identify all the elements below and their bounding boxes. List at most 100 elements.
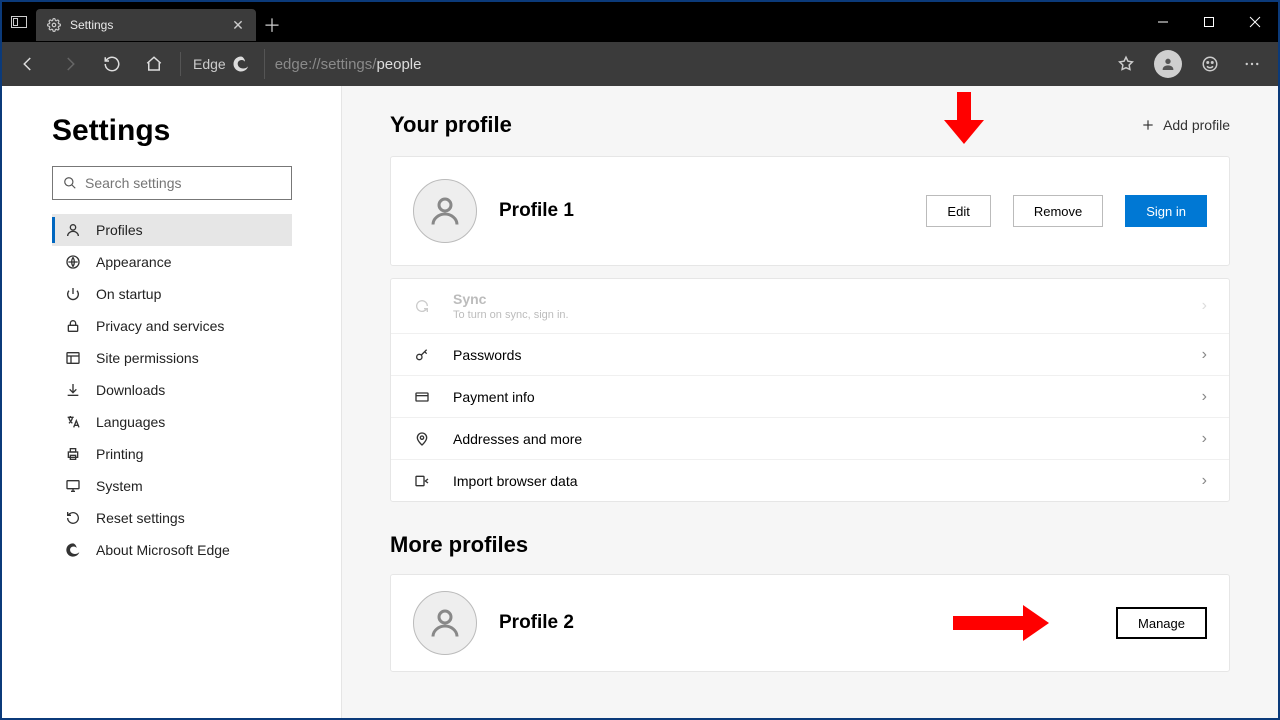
profile-1-row: Profile 1 Edit Remove Sign in <box>391 157 1229 265</box>
sidebar-item-reset[interactable]: Reset settings <box>52 502 292 534</box>
sidebar-item-profiles[interactable]: Profiles <box>52 214 292 246</box>
profile-avatar-button[interactable] <box>1148 44 1188 84</box>
avatar <box>413 179 477 243</box>
minimize-button[interactable] <box>1140 2 1186 42</box>
monitor-icon <box>64 477 82 495</box>
import-row[interactable]: Import browser data › <box>391 459 1229 501</box>
person-icon <box>1154 50 1182 78</box>
sidebar-item-label: Appearance <box>96 254 172 270</box>
edit-button[interactable]: Edit <box>926 195 990 227</box>
toolbar: Edge edge://settings/people <box>2 42 1278 86</box>
row-label: Addresses and more <box>453 431 1180 447</box>
extensions-button[interactable] <box>2 2 36 42</box>
sidebar-item-label: About Microsoft Edge <box>96 542 230 558</box>
sliders-icon <box>64 349 82 367</box>
search-icon <box>63 176 77 190</box>
chevron-right-icon: › <box>1202 388 1207 406</box>
forward-button[interactable] <box>50 44 90 84</box>
remove-button[interactable]: Remove <box>1013 195 1103 227</box>
edge-label-text: Edge <box>193 56 226 72</box>
sidebar-item-label: Printing <box>96 446 143 462</box>
tab-title: Settings <box>70 18 220 32</box>
row-label: Payment info <box>453 389 1180 405</box>
new-tab-button[interactable]: ＋ <box>256 9 288 41</box>
annotation-arrow-down <box>944 92 984 146</box>
tab-close-icon[interactable]: ✕ <box>228 15 248 35</box>
settings-heading: Settings <box>52 114 317 148</box>
favorite-button[interactable] <box>1106 44 1146 84</box>
main-panel: Your profile Add profile Profile 1 Edit … <box>342 86 1278 718</box>
sidebar-item-languages[interactable]: Languages <box>52 406 292 438</box>
titlebar: Settings ✕ ＋ <box>2 2 1278 42</box>
edge-icon <box>232 55 250 73</box>
settings-search[interactable] <box>52 166 292 200</box>
refresh-button[interactable] <box>92 44 132 84</box>
sidebar-item-label: Reset settings <box>96 510 185 526</box>
close-window-button[interactable] <box>1232 2 1278 42</box>
plus-icon <box>1141 118 1155 132</box>
sync-icon <box>413 298 431 314</box>
key-icon <box>413 347 431 363</box>
sidebar-item-system[interactable]: System <box>52 470 292 502</box>
edge-brand: Edge <box>180 52 258 76</box>
browser-tab[interactable]: Settings ✕ <box>36 9 256 41</box>
import-icon <box>413 473 431 489</box>
sidebar-item-label: Profiles <box>96 222 143 238</box>
your-profile-heading: Your profile <box>390 112 512 138</box>
location-icon <box>413 431 431 447</box>
lock-icon <box>64 317 82 335</box>
sidebar-item-site-permissions[interactable]: Site permissions <box>52 342 292 374</box>
reset-icon <box>64 509 82 527</box>
more-profiles-heading: More profiles <box>390 532 1230 558</box>
sidebar-item-label: Privacy and services <box>96 318 224 334</box>
edge-icon <box>64 541 82 559</box>
add-profile-button[interactable]: Add profile <box>1141 117 1230 133</box>
power-icon <box>64 285 82 303</box>
feedback-button[interactable] <box>1190 44 1230 84</box>
url-bright: people <box>376 56 421 73</box>
sidebar-item-label: Site permissions <box>96 350 199 366</box>
address-bar[interactable]: edge://settings/people <box>264 49 1098 79</box>
passwords-row[interactable]: Passwords › <box>391 333 1229 375</box>
maximize-button[interactable] <box>1186 2 1232 42</box>
sidebar-item-label: System <box>96 478 143 494</box>
chevron-right-icon: › <box>1202 346 1207 364</box>
chevron-right-icon: › <box>1202 472 1207 490</box>
sidebar-item-downloads[interactable]: Downloads <box>52 374 292 406</box>
sidebar-item-label: Languages <box>96 414 165 430</box>
back-button[interactable] <box>8 44 48 84</box>
settings-sidebar: Settings Profiles Appearance On startup … <box>2 86 342 718</box>
printer-icon <box>64 445 82 463</box>
sync-subtitle: To turn on sync, sign in. <box>453 309 1180 321</box>
menu-button[interactable] <box>1232 44 1272 84</box>
download-icon <box>64 381 82 399</box>
language-icon <box>64 413 82 431</box>
sync-title: Sync <box>453 291 1180 307</box>
row-label: Passwords <box>453 347 1180 363</box>
sidebar-item-label: Downloads <box>96 382 165 398</box>
gear-icon <box>46 17 62 33</box>
sync-row: Sync To turn on sync, sign in. › <box>391 279 1229 333</box>
annotation-arrow-right <box>953 605 1053 641</box>
sign-in-button[interactable]: Sign in <box>1125 195 1207 227</box>
payment-row[interactable]: Payment info › <box>391 375 1229 417</box>
sidebar-item-appearance[interactable]: Appearance <box>52 246 292 278</box>
sidebar-item-printing[interactable]: Printing <box>52 438 292 470</box>
add-profile-label: Add profile <box>1163 117 1230 133</box>
person-icon <box>64 221 82 239</box>
avatar <box>413 591 477 655</box>
appearance-icon <box>64 253 82 271</box>
profile-2-row: Profile 2 Manage <box>391 575 1229 671</box>
profile-1-name: Profile 1 <box>499 200 904 222</box>
sidebar-item-about[interactable]: About Microsoft Edge <box>52 534 292 566</box>
row-label: Import browser data <box>453 473 1180 489</box>
settings-search-input[interactable] <box>85 175 281 191</box>
manage-button[interactable]: Manage <box>1116 607 1207 639</box>
chevron-right-icon: › <box>1202 430 1207 448</box>
chevron-right-icon: › <box>1202 297 1207 315</box>
home-button[interactable] <box>134 44 174 84</box>
sidebar-item-startup[interactable]: On startup <box>52 278 292 310</box>
sidebar-item-privacy[interactable]: Privacy and services <box>52 310 292 342</box>
addresses-row[interactable]: Addresses and more › <box>391 417 1229 459</box>
card-icon <box>413 389 431 405</box>
